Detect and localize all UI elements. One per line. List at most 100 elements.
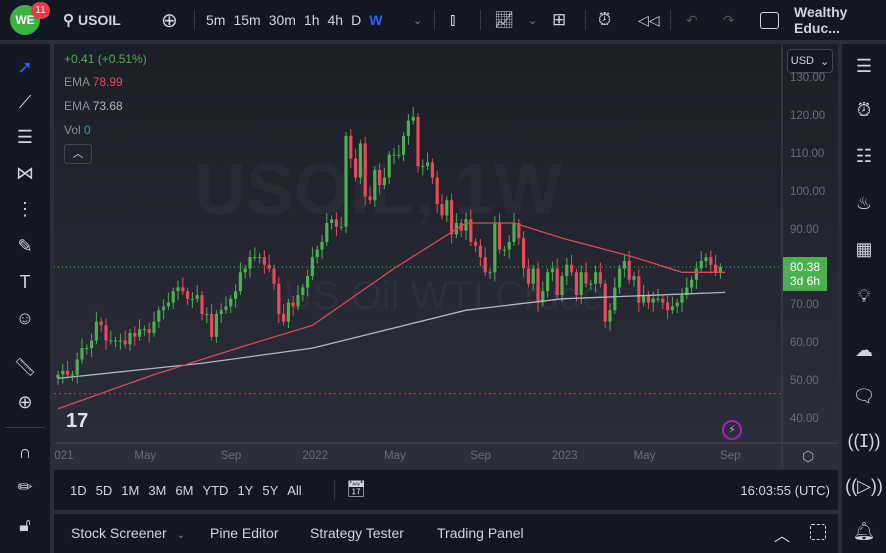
candle-body	[656, 298, 660, 300]
lock-drawings-icon[interactable]: ✏︎	[12, 474, 38, 500]
candle-body	[594, 272, 598, 284]
candle-body	[325, 223, 329, 242]
currency-selector[interactable]: USD ⌄	[787, 49, 833, 73]
broadcast-play-icon[interactable]: ((▷))	[845, 472, 883, 500]
candle-body	[147, 329, 151, 333]
tab-pine-editor[interactable]: Pine Editor	[210, 525, 278, 541]
lightning-icon[interactable]: ⚡︎	[722, 420, 742, 440]
account-name[interactable]: Wealthy Educ...	[794, 0, 886, 40]
range-6m[interactable]: 6M	[175, 483, 193, 498]
chevron-down-icon: ⌄	[176, 530, 185, 541]
compare-add-icon[interactable]: ⊕	[161, 0, 178, 40]
messages-icon[interactable]: 🗨︎	[850, 382, 878, 410]
candle-body	[315, 249, 319, 258]
candle-body	[704, 257, 708, 261]
interval-1h[interactable]: 1h	[304, 12, 320, 28]
ideas-lightbulb-icon[interactable]: 💡︎	[850, 282, 878, 310]
cursor-icon[interactable]: ➚	[12, 54, 38, 80]
chart-settings-icon[interactable]: ⬡	[802, 448, 814, 465]
interval-4h[interactable]: 4h	[328, 12, 344, 28]
chats-icon[interactable]: ☁	[850, 336, 878, 364]
ema1-legend[interactable]: EMA 78.99	[64, 75, 123, 89]
zoom-in-icon[interactable]: ⊕	[12, 389, 38, 415]
interval-5m[interactable]: 5m	[206, 12, 225, 28]
hotlists-fire-icon[interactable]: ♨	[850, 189, 878, 217]
replay-icon[interactable]: ◁◁	[638, 0, 660, 40]
interval-dropdown-icon[interactable]: ⌄	[413, 0, 422, 40]
text-icon[interactable]: T	[12, 269, 38, 295]
interval-W[interactable]: W	[369, 12, 382, 28]
candle-body	[651, 298, 655, 303]
go-to-date-icon[interactable]: 📅︎	[346, 479, 366, 499]
brush-icon[interactable]: ✎	[12, 233, 38, 259]
candle-body	[397, 154, 401, 156]
candle-body	[210, 313, 214, 337]
chevron-up-icon[interactable]: ︿	[774, 522, 790, 546]
range-5d[interactable]: 5D	[96, 483, 113, 498]
alarm-add-icon[interactable]: ⏰︎	[598, 0, 611, 40]
candle-body	[186, 291, 190, 299]
fullscreen-toggle[interactable]	[760, 0, 779, 40]
indicators-icon[interactable]: 📈︎	[494, 0, 514, 40]
candle-body	[205, 313, 209, 315]
candle-body	[152, 321, 156, 333]
fib-icon[interactable]: ⋮	[12, 196, 38, 222]
range-1m[interactable]: 1M	[121, 483, 139, 498]
emoji-icon[interactable]: ☺	[12, 305, 38, 331]
chevron-down-icon: ⌄	[820, 55, 830, 68]
volume-legend[interactable]: Vol 0	[64, 123, 91, 137]
pattern-icon[interactable]: ⋈	[12, 160, 38, 186]
ema2-legend[interactable]: EMA 73.68	[64, 99, 123, 113]
watchlist-icon[interactable]: ☰	[850, 52, 878, 80]
redo-icon[interactable]: ↷	[723, 0, 735, 40]
interval-30m[interactable]: 30m	[269, 12, 296, 28]
layout-grid-icon[interactable]: ⊞	[552, 0, 566, 40]
clock[interactable]: 16:03:55 (UTC)	[740, 483, 830, 498]
candle-body	[493, 223, 497, 273]
interval-group: 5m 15m 30m 1h 4h D W	[206, 0, 390, 40]
range-all[interactable]: All	[287, 483, 301, 498]
interval-15m[interactable]: 15m	[233, 12, 260, 28]
streams-icon[interactable]: ((ⵊ))	[847, 427, 880, 455]
candle-body	[344, 135, 348, 227]
alerts-clock-icon[interactable]: ⏰︎	[850, 96, 878, 124]
range-1y[interactable]: 1Y	[237, 483, 253, 498]
vol-value: 0	[84, 123, 91, 137]
tab-stock-screener[interactable]: Stock Screener ⌄	[71, 525, 185, 541]
time-tick: May	[633, 450, 656, 462]
indicators-dropdown-icon[interactable]: ⌄	[528, 0, 537, 40]
object-tree-icon[interactable]: ☷	[850, 142, 878, 170]
tradingview-logo[interactable]: 17	[66, 410, 88, 433]
undo-icon[interactable]: ↶	[686, 0, 698, 40]
maximize-icon[interactable]	[810, 524, 826, 540]
candle-body	[589, 283, 593, 285]
symbol-search[interactable]: ⚲ USOIL	[63, 0, 121, 40]
notifications-bell-icon[interactable]: 🔔︎	[850, 517, 878, 545]
unlock-icon[interactable]: 🔓︎	[12, 512, 38, 538]
range-1d[interactable]: 1D	[70, 483, 87, 498]
candle-body	[690, 279, 694, 288]
horizontal-lines-icon[interactable]: ☰	[12, 124, 38, 150]
candle-body	[488, 272, 492, 274]
magnet-icon[interactable]: ∩	[12, 439, 38, 465]
tab-strategy-tester[interactable]: Strategy Tester	[310, 525, 404, 541]
candle-body	[238, 272, 242, 292]
range-3m[interactable]: 3M	[148, 483, 166, 498]
range-ytd[interactable]: YTD	[202, 483, 228, 498]
ema-200-line	[57, 291, 726, 380]
collapse-legend-button[interactable]: ︿	[64, 144, 92, 164]
tab-trading-panel[interactable]: Trading Panel	[437, 525, 524, 541]
chart-pane[interactable]: USOIL, 1W US Oil WTI Crude +0.41 (+0.51%…	[54, 44, 838, 467]
candles-icon[interactable]: ⫾	[450, 0, 455, 40]
time-tick: Sep	[470, 450, 491, 462]
ruler-icon[interactable]: 📏︎	[12, 354, 38, 380]
candle-body	[675, 302, 679, 307]
interval-D[interactable]: D	[351, 12, 361, 28]
range-5y[interactable]: 5Y	[262, 483, 278, 498]
price-tick: 60.00	[790, 337, 819, 350]
trend-line-icon[interactable]: ⟋	[12, 89, 38, 115]
candle-body	[277, 283, 281, 314]
candle-body	[320, 241, 324, 250]
currency-label: USD	[790, 55, 814, 67]
calendar-icon[interactable]: ▦	[850, 235, 878, 263]
